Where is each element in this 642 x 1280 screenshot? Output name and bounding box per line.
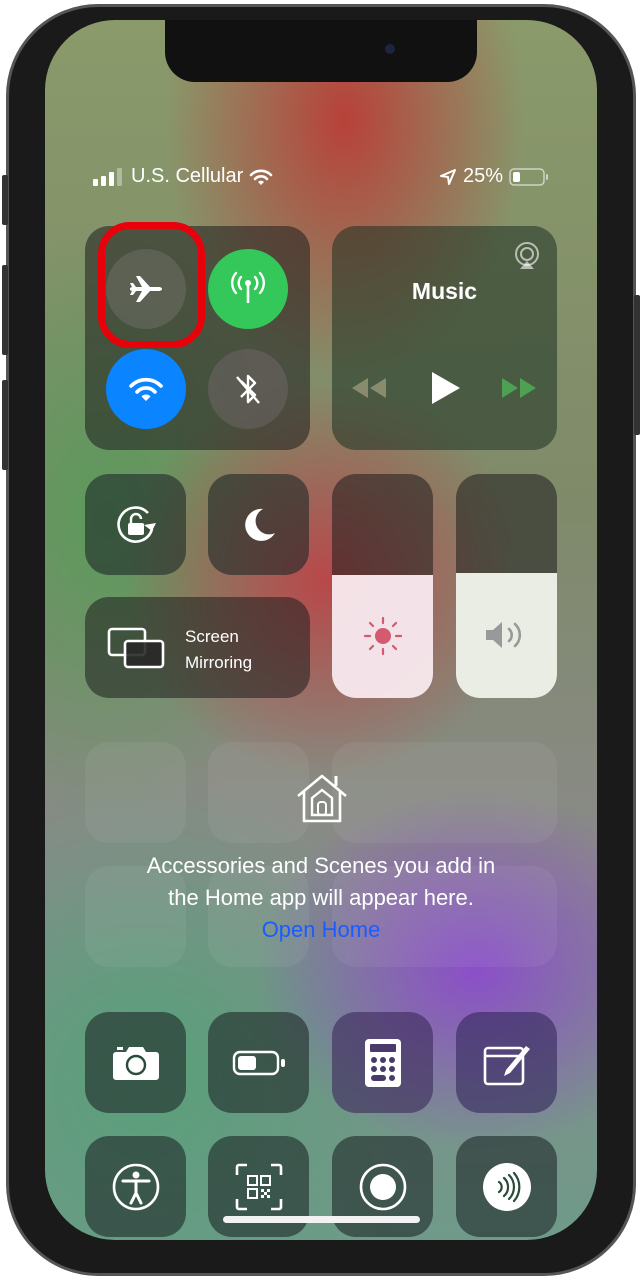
front-camera [385, 44, 395, 54]
location-icon [439, 168, 457, 186]
home-message: Accessories and Scenes you add in the Ho… [45, 850, 597, 946]
accessibility-icon [111, 1162, 161, 1212]
fast-forward-icon[interactable] [502, 378, 536, 398]
control-center: U.S. Cellular 25% Music Screen Mirroring… [45, 20, 597, 1240]
qr-code-icon [235, 1163, 283, 1211]
open-home-link[interactable]: Open Home [45, 914, 597, 946]
volume-slider[interactable] [456, 474, 557, 698]
home-message-line-1: Accessories and Scenes you add in [146, 853, 496, 878]
screen-mirroring-label: Screen Mirroring [185, 624, 252, 676]
screen-mirroring-icon [107, 627, 165, 669]
battery-icon [509, 167, 549, 187]
do-not-disturb-button[interactable] [208, 474, 309, 575]
calculator-icon [364, 1038, 401, 1087]
wifi-toggle[interactable] [106, 349, 186, 429]
music-module[interactable]: Music [332, 226, 557, 450]
volume-fill [456, 572, 557, 698]
status-right: 25% [439, 165, 549, 188]
calculator-button[interactable] [332, 1012, 433, 1113]
brightness-fill [332, 574, 433, 698]
wifi-icon [249, 168, 273, 186]
home-indicator[interactable] [223, 1216, 420, 1223]
wifi-icon [128, 375, 164, 403]
moon-icon [241, 507, 277, 543]
camera-button[interactable] [85, 1012, 186, 1113]
orientation-lock-button[interactable] [85, 474, 186, 575]
home-icon [294, 772, 350, 824]
battery-icon [232, 1050, 286, 1076]
speaker-icon [484, 619, 530, 651]
play-icon[interactable] [430, 372, 460, 404]
camera-icon [112, 1044, 160, 1082]
silent-switch [2, 175, 8, 225]
sun-icon [363, 616, 403, 656]
notch [165, 20, 477, 82]
nfc-icon [482, 1162, 532, 1212]
highlight-box [98, 222, 205, 348]
airplay-icon[interactable] [513, 242, 541, 270]
volume-up-button [2, 265, 8, 355]
rotation-lock-icon [114, 503, 158, 547]
volume-down-button [2, 380, 8, 470]
home-message-line-2: the Home app will appear here. [168, 885, 474, 910]
wallet-nfc-button[interactable] [456, 1136, 557, 1237]
record-icon [358, 1162, 408, 1212]
low-power-mode-button[interactable] [208, 1012, 309, 1113]
screen-mirroring-button[interactable]: Screen Mirroring [85, 597, 310, 698]
rewind-icon[interactable] [352, 378, 386, 398]
bluetooth-off-icon [232, 371, 264, 407]
brightness-slider[interactable] [332, 474, 433, 698]
carrier-name: U.S. Cellular [131, 165, 244, 187]
label-line-2: Mirroring [185, 653, 253, 672]
side-button [634, 295, 640, 435]
label-line-1: Screen [185, 627, 239, 646]
accessibility-button[interactable] [85, 1136, 186, 1237]
note-pencil-icon [482, 1038, 532, 1088]
signal-icon [93, 167, 125, 186]
notes-button[interactable] [456, 1012, 557, 1113]
status-left: U.S. Cellular [93, 165, 273, 188]
cellular-data-toggle[interactable] [208, 249, 288, 329]
bluetooth-toggle[interactable] [208, 349, 288, 429]
music-title: Music [411, 278, 478, 304]
antenna-icon [228, 269, 268, 309]
battery-percent: 25% [462, 165, 503, 187]
